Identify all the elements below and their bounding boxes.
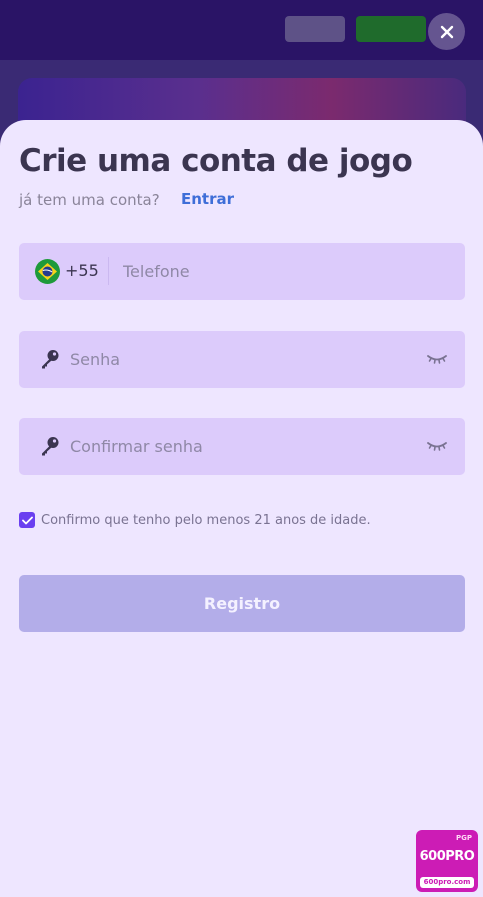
confirm-password-field (19, 418, 465, 475)
eye-closed-icon[interactable] (427, 439, 447, 453)
register-modal (0, 120, 483, 897)
background-register-button (356, 16, 426, 42)
age-confirmation-checkbox[interactable] (19, 512, 35, 528)
checkmark-icon (21, 516, 33, 524)
password-input[interactable] (70, 344, 410, 374)
close-icon (440, 25, 453, 38)
watermark-site: 600pro.com (420, 877, 474, 888)
field-divider (108, 257, 109, 285)
background-header (0, 0, 483, 60)
phone-field: +55 (19, 243, 465, 300)
age-confirmation-label[interactable]: Confirmo que tenho pelo menos 21 anos de… (41, 513, 371, 528)
watermark-tag: PGP (455, 834, 472, 842)
brand-watermark-logo: PGP 600PRO 600pro.com (416, 830, 478, 892)
key-icon (42, 350, 59, 369)
brazil-flag-icon[interactable] (35, 259, 60, 284)
password-field (19, 331, 465, 388)
background-login-button (285, 16, 345, 42)
register-button[interactable]: Registro (19, 575, 465, 632)
login-link[interactable]: Entrar (181, 190, 234, 208)
close-button[interactable] (428, 13, 465, 50)
have-account-text: já tem uma conta? (19, 191, 160, 209)
modal-title: Crie uma conta de jogo (19, 143, 413, 179)
key-icon (42, 437, 59, 456)
eye-closed-icon[interactable] (427, 352, 447, 366)
dial-code[interactable]: +55 (65, 261, 99, 280)
phone-input[interactable] (123, 256, 443, 286)
watermark-brand: 600PRO (419, 849, 475, 864)
age-confirmation-row: Confirmo que tenho pelo menos 21 anos de… (19, 512, 371, 528)
confirm-password-input[interactable] (70, 431, 410, 461)
